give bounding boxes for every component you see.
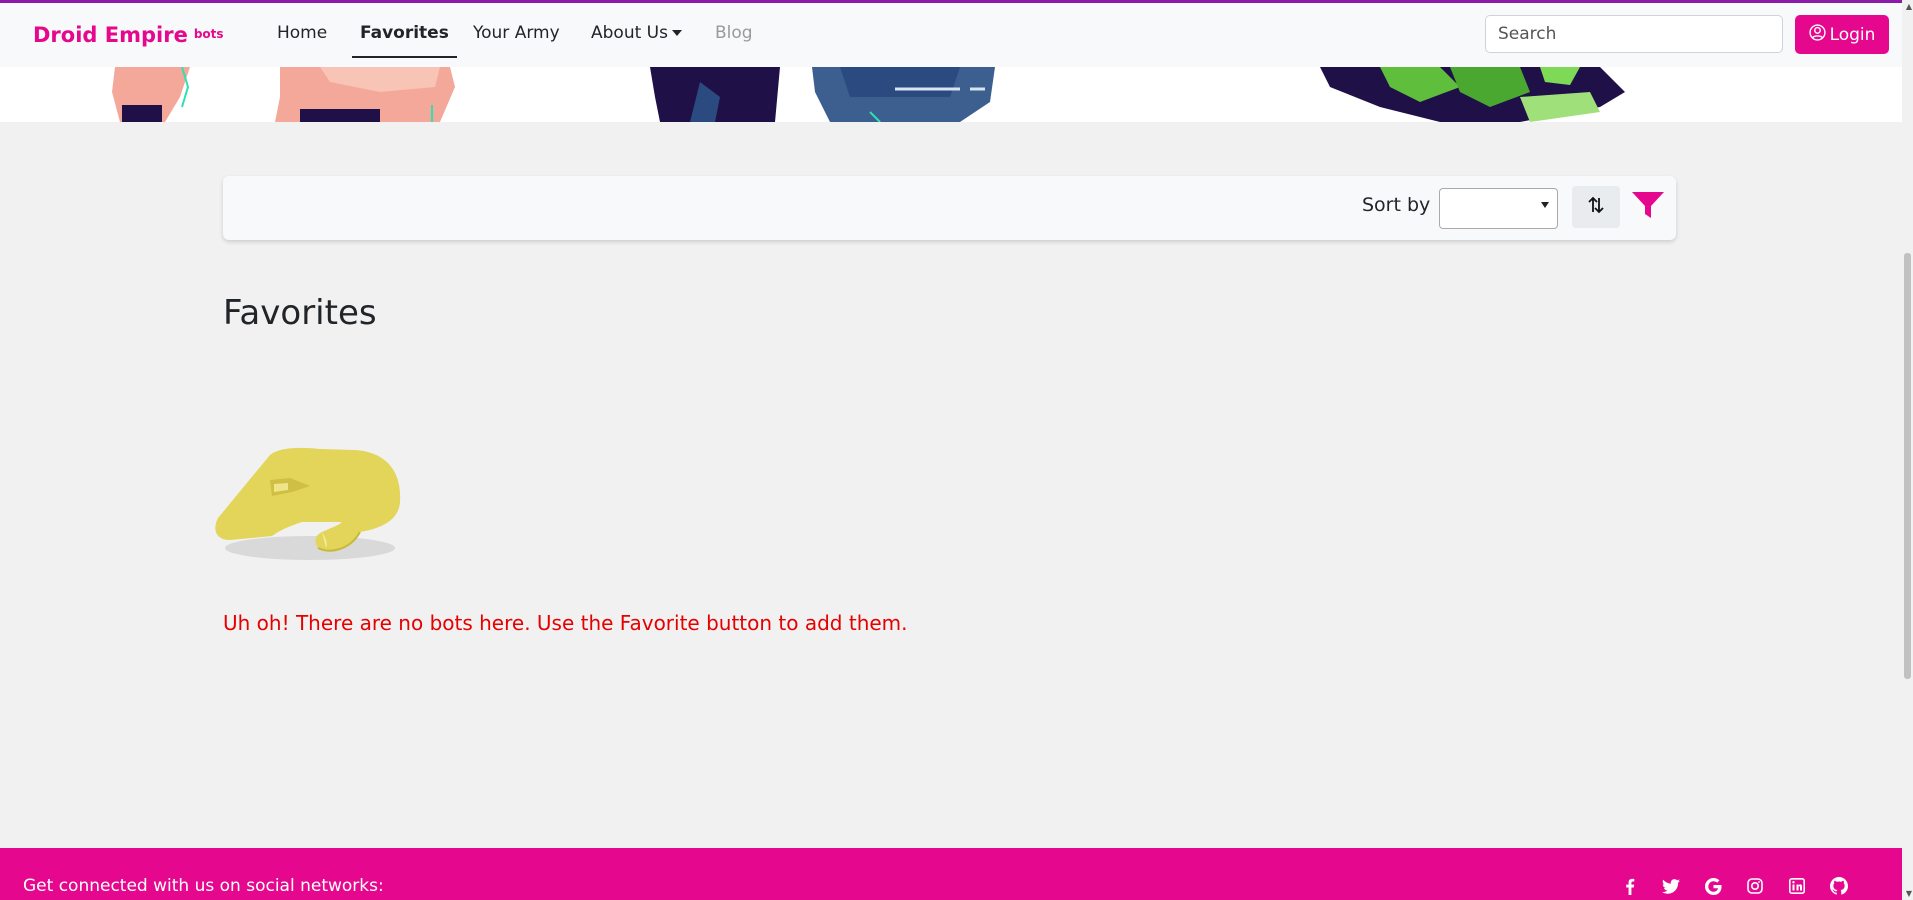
scroll-down-arrow-icon[interactable]: ▼ xyxy=(1906,889,1912,898)
scroll-up-arrow-icon[interactable]: ▲ xyxy=(1906,2,1912,11)
sort-arrows-icon xyxy=(1587,195,1605,219)
footer-social-text: Get connected with us on social networks… xyxy=(23,876,384,896)
facebook-icon[interactable] xyxy=(1620,876,1640,896)
user-circle-icon xyxy=(1808,23,1826,46)
nav-dropdown-label: About Us xyxy=(591,23,668,43)
page-title: Favorites xyxy=(223,293,377,333)
nav-link-favorites[interactable]: Favorites xyxy=(352,23,457,58)
scrollbar-thumb[interactable] xyxy=(1904,253,1911,679)
empty-favorites-message: Uh oh! There are no bots here. Use the F… xyxy=(223,611,908,635)
filter-button[interactable] xyxy=(1628,190,1668,224)
brand-sub: bots xyxy=(193,27,224,41)
nav-link-your-army[interactable]: Your Army xyxy=(473,23,560,43)
nav-dropdown-about-us[interactable]: About Us xyxy=(591,23,682,43)
caret-down-icon xyxy=(671,30,682,36)
hero-banner xyxy=(0,67,1902,122)
instagram-icon[interactable] xyxy=(1745,876,1765,896)
google-icon[interactable] xyxy=(1703,876,1723,896)
search-input[interactable] xyxy=(1485,15,1783,53)
nav-link-home[interactable]: Home xyxy=(277,23,327,43)
brand-logo[interactable]: Droid Empire bots xyxy=(33,23,224,47)
login-label: Login xyxy=(1829,24,1876,45)
github-icon[interactable] xyxy=(1829,876,1849,896)
hero-robots-illustration xyxy=(112,67,1625,122)
filter-funnel-icon xyxy=(1631,190,1665,224)
sort-by-select[interactable] xyxy=(1439,188,1558,229)
sort-by-label: Sort by xyxy=(1362,194,1431,216)
twitter-icon[interactable] xyxy=(1661,876,1681,896)
chevron-down-icon xyxy=(1541,202,1549,208)
page-scrollbar[interactable]: ▲ ▼ xyxy=(1902,0,1913,900)
sort-order-toggle-button[interactable] xyxy=(1572,186,1620,228)
login-button[interactable]: Login xyxy=(1795,15,1889,54)
pointing-hand-illustration xyxy=(210,440,410,574)
navbar: Droid Empire bots Home Favorites Your Arm… xyxy=(0,3,1902,67)
brand-name: Droid Empire xyxy=(33,23,188,47)
footer: Get connected with us on social networks… xyxy=(0,848,1902,900)
linkedin-icon[interactable] xyxy=(1787,876,1807,896)
nav-link-blog: Blog xyxy=(715,23,753,43)
